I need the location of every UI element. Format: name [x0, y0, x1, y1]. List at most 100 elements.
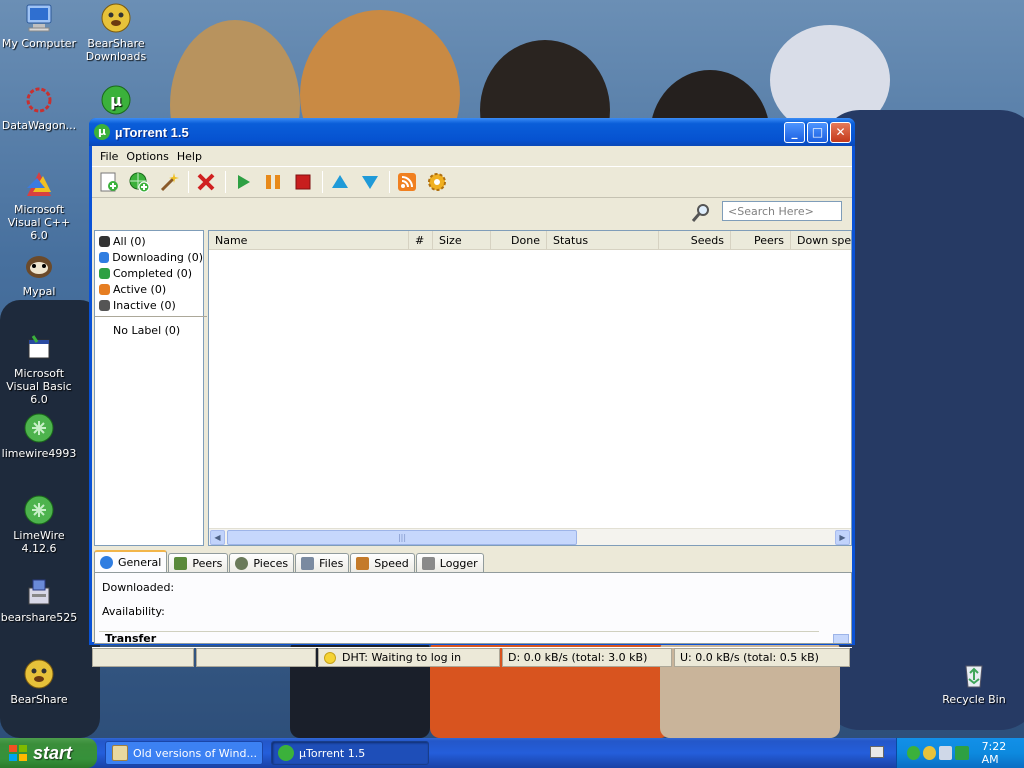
pause-button[interactable] — [260, 169, 286, 195]
move-up-button[interactable] — [327, 169, 353, 195]
scroll-thumb[interactable]: ||| — [227, 530, 577, 545]
visual-cpp-icon — [23, 168, 55, 200]
clock[interactable]: 7:22 AM — [982, 740, 1024, 766]
desktop-icon-label: Microsoft Visual Basic 6.0 — [6, 367, 72, 406]
category-sidebar: All (0) Downloading (0) Completed (0) Ac… — [94, 230, 207, 546]
stop-button[interactable] — [290, 169, 316, 195]
tab-speed[interactable]: Speed — [350, 553, 415, 572]
maximize-button[interactable]: □ — [807, 121, 828, 143]
sidebar-item-active[interactable]: Active (0) — [99, 281, 203, 297]
menu-file[interactable]: File — [96, 150, 122, 163]
move-down-button[interactable] — [357, 169, 383, 195]
horizontal-scrollbar[interactable]: ◀ ||| ▶ — [209, 528, 851, 545]
tab-label: General — [118, 555, 162, 569]
utorrent-tray-icon[interactable] — [907, 746, 921, 760]
dht-status: DHT: Waiting to log in — [318, 648, 500, 667]
desktop-icon-datawagon[interactable]: DataWagon... — [0, 84, 78, 132]
taskbar-item-label: µTorrent 1.5 — [299, 746, 366, 760]
tab-pieces[interactable]: Pieces — [229, 553, 295, 572]
tab-files[interactable]: Files — [295, 553, 350, 572]
toolbar-separator — [322, 171, 323, 193]
remove-button[interactable] — [193, 169, 219, 195]
desktop-icon-bearshare525[interactable]: bearshare525 — [0, 576, 78, 624]
download-status: D: 0.0 kB/s (total: 3.0 kB) — [502, 648, 672, 667]
dht-status-icon — [324, 651, 336, 664]
browser-icon — [112, 745, 128, 761]
sidebar-item-downloading[interactable]: Downloading (0) — [99, 249, 203, 265]
menu-help[interactable]: Help — [173, 150, 206, 163]
bearshare-tray-icon[interactable] — [923, 746, 937, 760]
minimize-button[interactable]: _ — [784, 121, 805, 143]
taskbar-item-browser[interactable]: Old versions of Wind... — [105, 741, 263, 765]
desktop-icon-my-computer[interactable]: My Computer — [0, 2, 78, 50]
arrow-tray-icon[interactable] — [955, 746, 969, 760]
bearshare-icon — [100, 2, 132, 34]
network-tray-icon[interactable] — [939, 746, 953, 760]
taskbar-item-utorrent[interactable]: µTorrent 1.5 — [271, 741, 429, 765]
add-torrent-url-button[interactable] — [126, 169, 152, 195]
tab-general[interactable]: General — [94, 550, 168, 572]
limewire-icon — [23, 412, 55, 444]
desktop-icon-bearshare-downloads[interactable]: BearShare Downloads — [77, 2, 155, 63]
play-icon — [238, 175, 250, 189]
close-button[interactable]: ✕ — [830, 121, 851, 143]
status-panel-empty — [92, 648, 194, 667]
column-header-done[interactable]: Done — [491, 231, 547, 249]
torrent-list[interactable]: Name # Size Done Status Seeds Peers Down… — [208, 230, 852, 546]
arrow-up-icon — [332, 175, 348, 188]
keyboard-icon[interactable] — [870, 746, 884, 758]
upload-status: U: 0.0 kB/s (total: 0.5 kB) — [674, 648, 850, 667]
globe-add-icon — [129, 172, 150, 193]
start-button[interactable] — [230, 169, 256, 195]
desktop-icon-limewire4993[interactable]: limewire4993 — [0, 412, 78, 460]
preferences-button[interactable] — [424, 169, 450, 195]
speed-icon — [356, 556, 370, 570]
datawagon-icon — [23, 84, 55, 116]
title-bar[interactable]: µ µTorrent 1.5 _ □ ✕ — [89, 118, 855, 146]
desktop-icon-limewire[interactable]: LimeWire 4.12.6 — [0, 494, 78, 555]
rss-button[interactable] — [394, 169, 420, 195]
search-icon[interactable] — [690, 202, 712, 224]
menu-bar: File Options Help — [92, 146, 852, 166]
sidebar-item-all[interactable]: All (0) — [99, 233, 203, 249]
status-bar: DHT: Waiting to log in D: 0.0 kB/s (tota… — [92, 647, 852, 669]
tab-peers[interactable]: Peers — [168, 553, 229, 572]
active-icon — [99, 283, 110, 295]
sidebar-item-no-label[interactable]: No Label (0) — [99, 322, 203, 338]
system-tray: 7:22 AM — [896, 738, 1024, 768]
scroll-right-button[interactable]: ▶ — [835, 530, 850, 545]
red-x-icon — [197, 173, 215, 191]
vertical-scroll-grip[interactable] — [833, 634, 849, 643]
column-header-peers[interactable]: Peers — [731, 231, 791, 249]
scroll-left-button[interactable]: ◀ — [210, 530, 225, 545]
transfer-section-heading: Transfer — [99, 631, 819, 643]
column-header-status[interactable]: Status — [547, 231, 659, 249]
search-input[interactable]: <Search Here> — [722, 201, 842, 221]
menu-options[interactable]: Options — [122, 150, 172, 163]
create-torrent-button[interactable] — [156, 169, 182, 195]
sidebar-item-inactive[interactable]: Inactive (0) — [99, 297, 203, 313]
sidebar-item-completed[interactable]: Completed (0) — [99, 265, 203, 281]
column-header-seeds[interactable]: Seeds — [659, 231, 731, 249]
desktop-icon-mypal[interactable]: Mypal — [0, 250, 78, 298]
downloaded-label: Downloaded: — [102, 581, 175, 594]
column-header-down-speed[interactable]: Down speed — [791, 231, 851, 249]
column-header-size[interactable]: Size — [433, 231, 491, 249]
desktop-icon-recycle-bin[interactable]: Recycle Bin — [935, 658, 1013, 706]
info-icon — [100, 555, 113, 569]
toolbar-separator — [188, 171, 189, 193]
desktop-icon-utorrent[interactable]: µ — [77, 84, 155, 119]
tab-label: Speed — [374, 556, 409, 570]
detail-tabs: General Peers Pieces Files Speed Logger — [94, 550, 485, 572]
column-header-name[interactable]: Name — [209, 231, 409, 249]
desktop-icon-visual-cpp[interactable]: Microsoft Visual C++ 6.0 — [0, 168, 78, 242]
column-header-queue[interactable]: # — [409, 231, 433, 249]
sidebar-item-label: Active (0) — [113, 282, 167, 296]
start-button[interactable]: start — [0, 738, 97, 768]
desktop-icon-visual-basic[interactable]: Microsoft Visual Basic 6.0 — [0, 332, 78, 406]
desktop-icon-bearshare[interactable]: BearShare — [0, 658, 78, 706]
installer-icon — [23, 576, 55, 608]
add-torrent-button[interactable] — [96, 169, 122, 195]
utorrent-window: µ µTorrent 1.5 _ □ ✕ File Options Help <… — [89, 118, 855, 667]
tab-logger[interactable]: Logger — [415, 553, 484, 572]
